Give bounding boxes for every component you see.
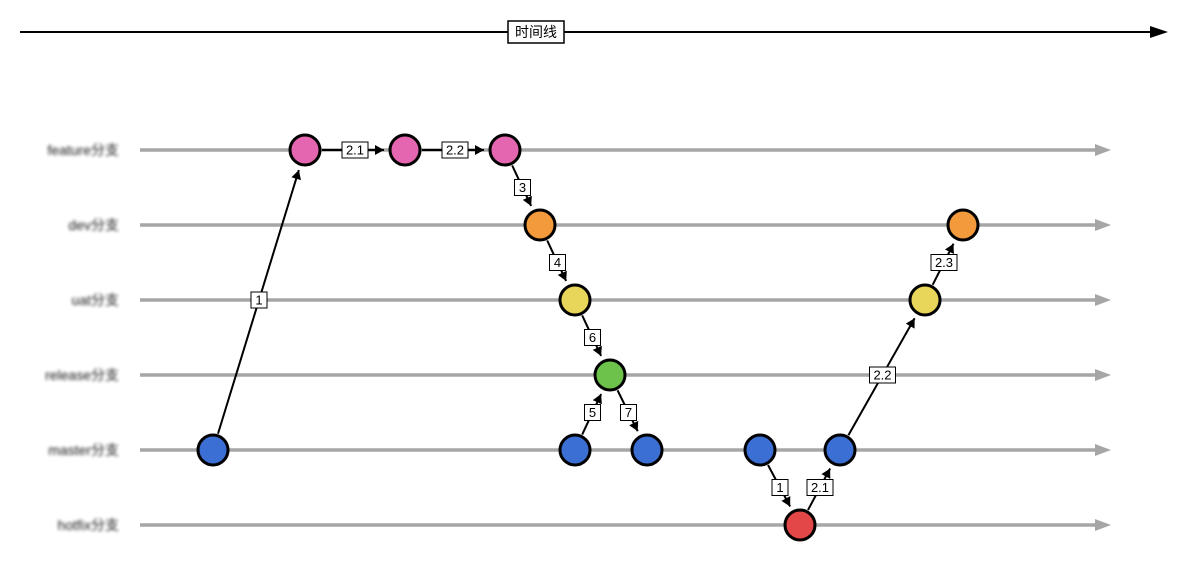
- edge-label: 2.2: [446, 142, 464, 157]
- edge-label: 5: [589, 405, 596, 420]
- timeline-arrow-icon: [1150, 26, 1168, 38]
- commit-node-d1: [525, 210, 555, 240]
- branch-lane-arrow-icon: [1095, 144, 1111, 156]
- commit-node-m4: [825, 435, 855, 465]
- edge-label: 2.3: [935, 255, 953, 270]
- commit-node-m0: [198, 435, 228, 465]
- edge-label: 3: [519, 180, 526, 195]
- edge-label: 4: [554, 255, 561, 270]
- branch-lane-arrow-icon: [1095, 294, 1111, 306]
- edge-label: 2.1: [346, 142, 364, 157]
- commit-node-m3: [745, 435, 775, 465]
- branch-lane-arrow-icon: [1095, 369, 1111, 381]
- timeline-title: 时间线: [515, 24, 557, 40]
- edge-label: 1: [776, 480, 783, 495]
- branch-label-uat: uat分支: [72, 292, 119, 308]
- branch-lane-arrow-icon: [1095, 444, 1111, 456]
- edge-label: 2.1: [811, 480, 829, 495]
- branch-label-feature: feature分支: [47, 142, 119, 158]
- edge-arrow-icon: [291, 170, 301, 180]
- commit-node-h1: [785, 510, 815, 540]
- branch-label-hotfix: hotfix分支: [58, 517, 119, 533]
- branch-label-master: master分支: [48, 442, 119, 458]
- edge-arrow-icon: [375, 145, 384, 155]
- commit-node-f1: [290, 135, 320, 165]
- commit-node-f2: [390, 135, 420, 165]
- edge-label: 2.2: [873, 367, 891, 382]
- commit-node-f3: [490, 135, 520, 165]
- commit-node-m2: [632, 435, 662, 465]
- commit-node-u1: [560, 285, 590, 315]
- edge-label: 7: [625, 405, 632, 420]
- commit-node-m1: [560, 435, 590, 465]
- commit-node-u2: [910, 285, 940, 315]
- commit-node-d2: [948, 210, 978, 240]
- branch-lane-arrow-icon: [1095, 219, 1111, 231]
- branch-lane-arrow-icon: [1095, 519, 1111, 531]
- edge-label: 1: [255, 292, 262, 307]
- edge-label: 6: [589, 330, 596, 345]
- commit-node-r1: [595, 360, 625, 390]
- branch-label-dev: dev分支: [68, 217, 119, 233]
- edge-arrow-icon: [475, 145, 484, 155]
- git-flow-diagram: 时间线 feature分支 dev分支 uat分支 release分支 master分支 h…: [0, 0, 1184, 573]
- branch-label-release: release分支: [45, 367, 119, 383]
